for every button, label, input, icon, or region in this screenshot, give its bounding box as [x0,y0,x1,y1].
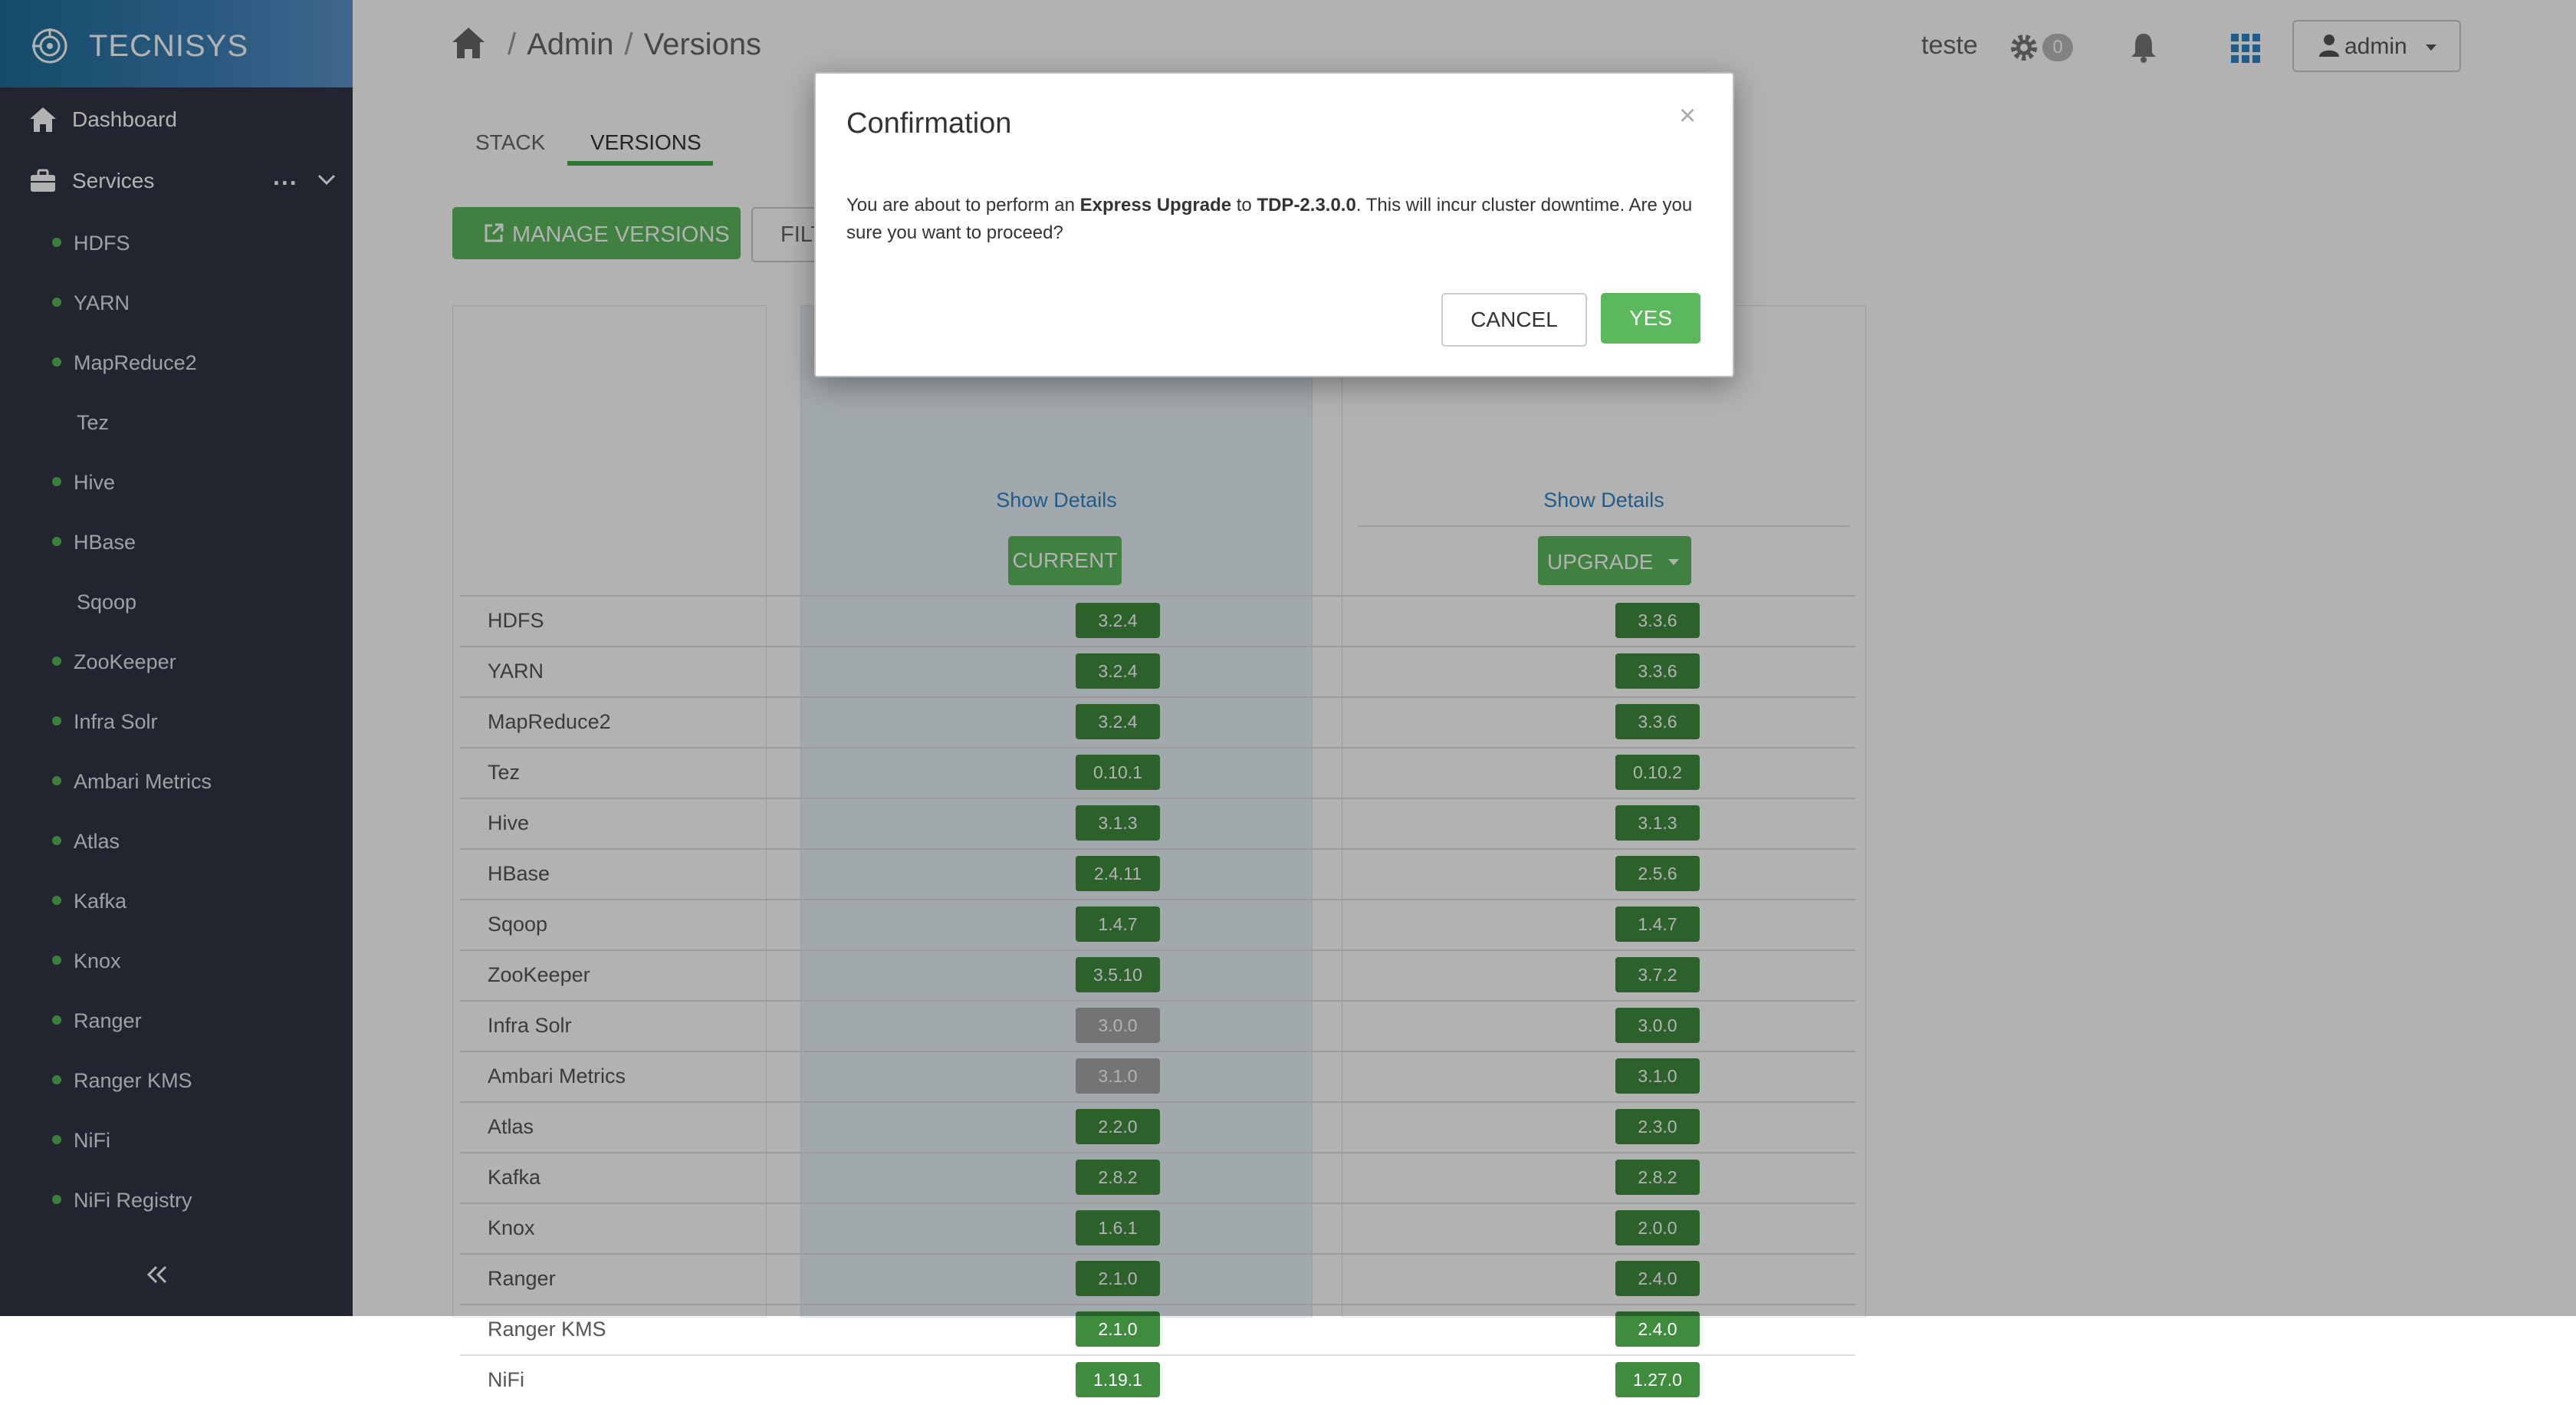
dialog-title: Confirmation [846,107,1012,140]
message-text: to [1231,195,1257,216]
yes-button[interactable]: YES [1601,293,1700,344]
dialog-message: You are about to perform an Express Upgr… [846,192,1705,247]
current-version-badge: 1.19.1 [1076,1362,1160,1397]
confirmation-dialog: Confirmation × You are about to perform … [814,72,1734,377]
table-row: NiFi 1.19.1 1.27.0 [452,1354,1863,1405]
current-version-badge: 2.1.0 [1076,1311,1160,1347]
target-version-badge: 2.4.0 [1615,1311,1700,1347]
upgrade-type: Express Upgrade [1079,195,1232,216]
target-version: TDP-2.3.0.0 [1257,195,1356,216]
row-divider [460,1354,1855,1356]
service-name: NiFi [488,1368,524,1391]
target-version-badge: 1.27.0 [1615,1362,1700,1397]
cancel-button[interactable]: CANCEL [1441,293,1587,347]
message-text: You are about to perform an [846,195,1080,216]
close-icon[interactable]: × [1679,100,1696,133]
service-name: Ranger KMS [488,1318,606,1341]
